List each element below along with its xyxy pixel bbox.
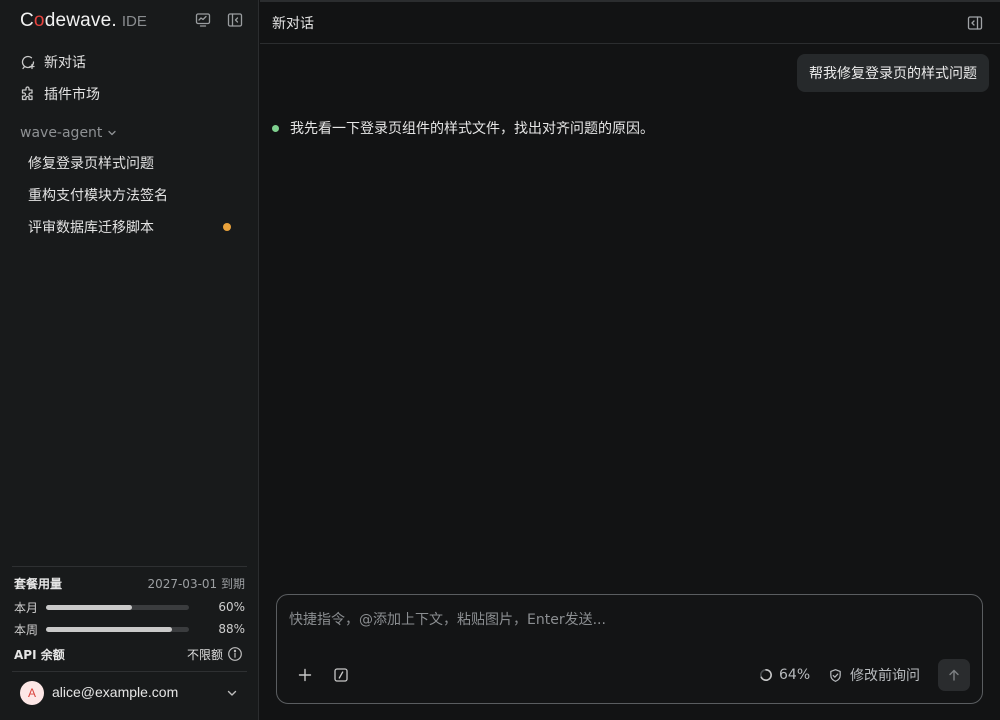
weekly-usage-row: 本周 88% [14,619,245,639]
weekly-usage-label: 本周 [14,622,39,637]
assistant-message-text: 我先看一下登录页组件的样式文件，找出对齐问题的原因。 [290,121,654,137]
slash-command-button[interactable] [329,663,353,687]
sidebar-header: Codewave. IDE [0,0,259,42]
new-chat-label: 新对话 [44,55,86,71]
chat-panel: 新对话 帮我修复登录页的样式问题 我先看一下登录页组件的样式文件，找出对齐问题的… [260,0,1000,720]
send-button[interactable] [938,659,970,691]
account-menu[interactable]: A alice@example.com [12,672,247,714]
context-usage-value: 64% [779,667,811,683]
monthly-usage-row: 本月 60% [14,597,245,617]
logo-wordmark: Codewave. [20,10,117,31]
weekly-usage-percent: 88% [218,622,245,636]
unread-indicator [223,223,231,231]
monitor-icon [195,13,211,27]
user-message-text: 帮我修复登录页的样式问题 [809,66,977,82]
avatar: A [20,681,44,705]
conversation-title: 评审数据库迁移脚本 [28,220,154,236]
info-icon[interactable] [227,646,243,662]
conversation-item[interactable]: 修复登录页样式问题 [18,149,244,177]
app-window: Codewave. IDE 新对话 插件市场 wave-agent 修复登录页样… [0,0,1000,720]
new-chat-nav-item[interactable]: 新对话 [10,48,248,76]
plus-icon [298,668,312,682]
progress-ring-icon [760,669,772,681]
conversation-title: 修复登录页样式问题 [28,156,154,172]
workspace-selector[interactable]: wave-agent [20,123,118,143]
usage-title: 套餐用量 [14,576,63,591]
approval-mode-label: 修改前询问 [850,668,920,684]
conversation-item[interactable]: 重构支付模块方法签名 [18,181,244,209]
app-logo: Codewave. IDE [20,10,147,32]
context-usage: 64% [759,665,810,685]
panel-toggle-icon [967,16,983,30]
monthly-usage-bar [46,605,189,610]
new-chat-icon [20,54,36,70]
plan-expiry: 2027-03-01 到期 [147,576,245,591]
monthly-usage-label: 本月 [14,600,39,615]
composer: 64% 修改前询问 [276,594,983,704]
approval-mode-selector[interactable]: 修改前询问 [828,665,920,685]
logo-product: IDE [121,13,147,30]
plugin-market-label: 插件市场 [44,87,100,103]
workspace-label: wave-agent [20,125,103,141]
shield-check-icon [830,668,841,682]
add-attachment-button[interactable] [293,663,317,687]
conversation-title: 重构支付模块方法签名 [28,188,168,204]
weekly-usage-fill [46,627,172,632]
api-balance-label: API 余额 [14,647,65,662]
sidebar-collapse-icon [227,13,243,27]
conversation-item[interactable]: 评审数据库迁移脚本 [18,213,244,241]
assistant-message: 我先看一下登录页组件的样式文件，找出对齐问题的原因。 [272,117,654,139]
usage-panel: 套餐用量 2027-03-01 到期 本月 60% 本周 88% API 余额 … [12,566,247,672]
message-input[interactable] [289,609,969,631]
user-message: 帮我修复登录页的样式问题 [797,54,989,92]
monthly-usage-fill [46,605,132,610]
chat-header: 新对话 [260,2,1000,44]
chevron-down-icon [225,686,239,700]
monitor-button[interactable] [192,9,214,31]
arrow-up-icon [949,669,959,681]
toggle-panel-button[interactable] [964,12,986,34]
monthly-usage-percent: 60% [218,600,245,614]
slash-command-icon [334,668,348,682]
assistant-status-dot [272,124,279,132]
page-title: 新对话 [272,16,314,32]
chevron-down-icon [108,130,117,136]
api-balance-row: API 余额 不限额 [14,644,245,664]
api-balance-value: 不限额 [186,647,223,662]
collapse-sidebar-button[interactable] [224,9,246,31]
plugin-market-nav-item[interactable]: 插件市场 [10,80,248,108]
usage-header: 套餐用量 2027-03-01 到期 [14,573,245,593]
puzzle-icon [20,86,36,102]
user-email: alice@example.com [52,684,179,700]
sidebar: Codewave. IDE 新对话 插件市场 wave-agent 修复登录页样… [0,0,259,720]
weekly-usage-bar [46,627,189,632]
